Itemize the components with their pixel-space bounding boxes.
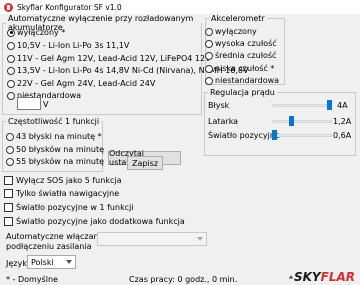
work-time: Czas pracy: 0 godz., 0 min. — [129, 275, 238, 284]
checkbox-label: Wyłącz SOS jako 5 funkcja — [16, 176, 122, 185]
logo-text-sky: SKY — [293, 270, 321, 284]
logo-text-flar: FLAR — [320, 270, 355, 284]
flash-frequency-option-2[interactable]: 55 błysków na minutę — [6, 157, 104, 166]
radio-button[interactable] — [7, 28, 15, 37]
accelerometer-group: Akcelerometr — [205, 14, 285, 85]
checkbox-label: Światło pozycyjne w 1 funkcji — [16, 203, 134, 212]
disable-sos-checkbox-row[interactable]: Wyłącz SOS jako 5 funkcja — [4, 176, 121, 185]
flash-frequency-option-1[interactable]: 50 błysków na minutę — [6, 145, 104, 154]
position-current-slider[interactable] — [272, 134, 332, 137]
position-light-f1-checkbox[interactable] — [4, 203, 13, 212]
accelerometer-option-3[interactable]: niska czułość * — [205, 64, 274, 73]
checkbox-label: Tylko światła nawigacyjne — [16, 189, 120, 198]
option-label: 43 błyski na minutę * — [16, 132, 102, 141]
language-label: Język: — [6, 259, 30, 268]
light-regulation-legend: Regulacja prądu — [210, 88, 275, 97]
torch-current-slider-thumb[interactable] — [288, 116, 294, 126]
accelerometer-option-0[interactable]: wyłączony — [205, 27, 257, 36]
position-current-value: 0,6A — [333, 131, 352, 140]
main-window: Automatyczne wyłączenie przy rozładowany… — [0, 14, 360, 285]
option-label: niska czułość * — [215, 64, 275, 73]
option-label: wysoka czułość — [215, 39, 277, 48]
accelerometer-option-2[interactable]: średnia czułość — [205, 51, 276, 60]
window-title: Skyflar Konfigurator SF v1.0 — [17, 2, 122, 12]
default-note: * - Domyślne — [6, 275, 58, 284]
custom-voltage-unit: V — [43, 100, 49, 109]
option-label: średnia czułość — [215, 51, 277, 60]
language-value: Polski — [31, 257, 54, 267]
radio-button[interactable] — [7, 66, 15, 75]
option-label: wyłączony — [215, 27, 257, 36]
accelerometer-option-4[interactable]: niestandardowa — [205, 76, 279, 85]
auto-off-option-2[interactable]: 11V - Gel Agm 12V, Lead-Acid 12V, LiFePO… — [7, 54, 211, 63]
option-label: 10,5V - Li-Ion Li-Po 3s 11,1V — [17, 41, 130, 50]
radio-button[interactable] — [205, 64, 213, 73]
flash-frequency-option-0[interactable]: 43 błyski na minutę * — [6, 132, 102, 141]
chevron-down-icon — [66, 260, 72, 264]
disable-sos-checkbox[interactable] — [4, 176, 13, 185]
app-icon — [4, 2, 13, 12]
nav-lights-only-checkbox-row[interactable]: Tylko światła nawigacyjne — [4, 189, 119, 198]
accelerometer-legend: Akcelerometr — [211, 14, 265, 23]
title-bar: Skyflar Konfigurator SF v1.0 — [0, 0, 360, 14]
radio-button[interactable] — [6, 145, 14, 154]
language-select[interactable]: Polski — [27, 255, 76, 269]
position-light-extra-checkbox-row[interactable]: Światło pozycyjne jako dodatkowa funkcja — [4, 217, 185, 226]
auto-off-option-0[interactable]: wyłączony * — [7, 28, 65, 37]
auto-off-option-1[interactable]: 10,5V - Li-Ion Li-Po 3s 11,1V — [7, 41, 129, 50]
accelerometer-option-1[interactable]: wysoka czułość — [205, 39, 277, 48]
option-label: 22V - Gel Agm 24V, Lead-Acid 24V — [17, 79, 156, 88]
option-label: 55 błysków na minutę — [16, 157, 105, 166]
torch-current-slider[interactable] — [272, 120, 332, 123]
radio-button[interactable] — [7, 41, 15, 50]
option-label: 50 błysków na minutę — [16, 145, 105, 154]
skyflar-logo: SKY FLAR — [289, 270, 355, 284]
radio-button[interactable] — [6, 132, 14, 141]
custom-voltage-input[interactable] — [17, 97, 41, 110]
radio-button[interactable] — [205, 27, 213, 36]
option-label: niestandardowa — [215, 76, 280, 85]
radio-button[interactable] — [6, 157, 14, 166]
flash-frequency-legend: Częstotliwość 1 funkcji — [8, 117, 100, 126]
chevron-down-icon — [197, 237, 203, 241]
radio-button[interactable] — [7, 91, 15, 100]
flash-current-slider[interactable] — [272, 104, 332, 107]
auto-off-option-4[interactable]: 22V - Gel Agm 24V, Lead-Acid 24V — [7, 79, 155, 88]
flash-current-value: 4A — [337, 101, 348, 110]
position-light-extra-checkbox[interactable] — [4, 217, 13, 226]
skyflar-logo-mark-icon — [289, 275, 293, 279]
radio-button[interactable] — [7, 54, 15, 63]
checkbox-label: Światło pozycyjne jako dodatkowa funkcja — [16, 217, 185, 226]
position-light-f1-checkbox-row[interactable]: Światło pozycyjne w 1 funkcji — [4, 203, 134, 212]
radio-button[interactable] — [205, 51, 213, 60]
flash-current-slider-thumb[interactable] — [327, 100, 332, 110]
radio-button[interactable] — [205, 76, 213, 85]
position-current-label: Światło pozycyjne — [208, 131, 280, 140]
auto-on-select[interactable] — [97, 232, 207, 246]
radio-button[interactable] — [7, 79, 15, 88]
radio-button[interactable] — [205, 39, 213, 48]
position-current-slider-thumb[interactable] — [272, 130, 277, 140]
auto-on-label-line2: podłączeniu zasilania — [6, 242, 92, 251]
save-button[interactable]: Zapisz — [127, 156, 163, 170]
option-label: wyłączony * — [17, 28, 66, 37]
nav-lights-only-checkbox[interactable] — [4, 189, 13, 198]
torch-current-value: 1,2A — [333, 117, 352, 126]
option-label: 11V - Gel Agm 12V, Lead-Acid 12V, LiFePO… — [17, 54, 211, 63]
flash-current-label: Błysk — [208, 101, 230, 110]
torch-current-label: Latarka — [208, 117, 239, 126]
